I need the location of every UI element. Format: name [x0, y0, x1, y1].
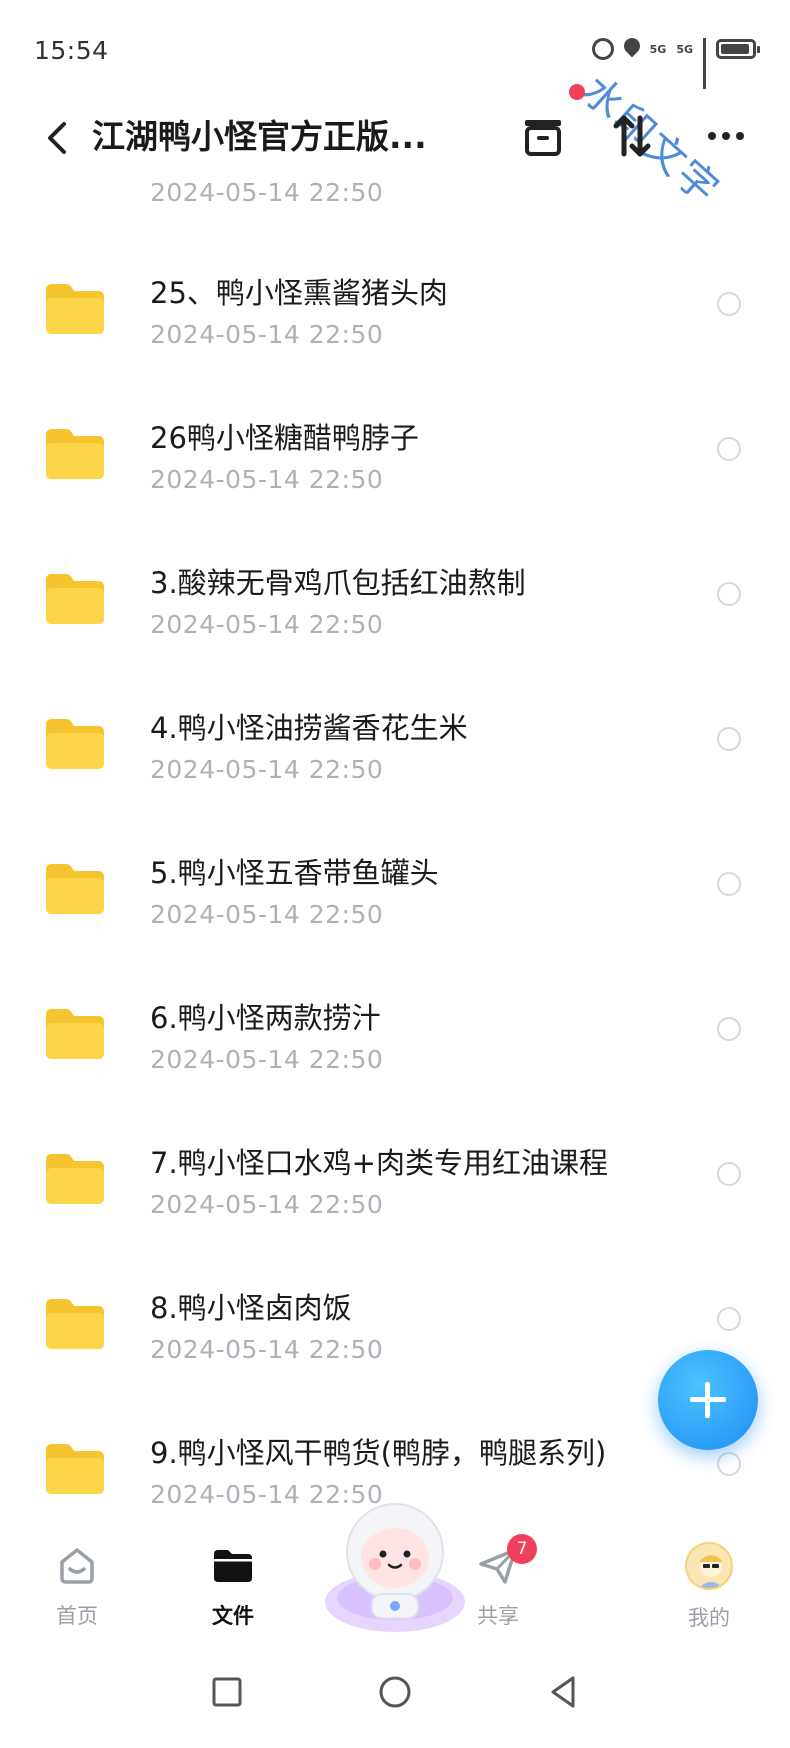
nav-item-share[interactable]: 7 共享 [443, 1534, 553, 1630]
add-button[interactable] [658, 1350, 758, 1450]
nav-label-mine: 我的 [688, 1606, 730, 1630]
file-name: 5.鸭小怪五香带鱼罐头 [150, 856, 439, 890]
file-name: 26鸭小怪糖醋鸭脖子 [150, 421, 419, 455]
system-nav-bar [0, 1652, 790, 1748]
select-checkbox[interactable] [717, 292, 741, 316]
status-bar: 15:54 5G 5G [0, 0, 790, 100]
list-item[interactable]: 3.酸辣无骨鸡爪包括红油熬制 2024-05-14 22:50 [0, 548, 790, 693]
transfer-box-icon[interactable] [515, 108, 571, 164]
folder-icon [46, 284, 104, 334]
alarm-icon [591, 38, 614, 60]
folder-icon [46, 1444, 104, 1494]
folder-icon [46, 1009, 104, 1059]
file-date: 2024-05-14 22:50 [150, 320, 384, 349]
network-type-2: 5G [676, 42, 693, 56]
file-date: 2024-05-14 22:50 [150, 900, 384, 929]
nav-label-files: 文件 [212, 1604, 254, 1628]
folder-icon [46, 1154, 104, 1204]
file-date: 2024-05-14 22:50 [150, 1045, 384, 1074]
select-checkbox[interactable] [717, 872, 741, 896]
file-name: 8.鸭小怪卤肉饭 [150, 1291, 352, 1325]
avatar-portrait-icon [698, 1555, 724, 1588]
sort-icon[interactable] [604, 108, 660, 164]
list-item[interactable]: 26鸭小怪糖醋鸭脖子 2024-05-14 22:50 [0, 403, 790, 548]
back-arrow-icon[interactable] [40, 118, 80, 158]
file-list[interactable]: 2024-05-14 22:50 25、鸭小怪熏酱猪头肉 2024-05-14 … [0, 160, 790, 1510]
back-triangle-icon[interactable] [543, 1672, 583, 1712]
file-name: 4.鸭小怪油捞酱香花生米 [150, 711, 468, 745]
folder-icon [46, 574, 104, 624]
notification-dot [569, 84, 585, 100]
list-item[interactable]: 7.鸭小怪口水鸡+肉类专用红油课程 2024-05-14 22:50 [0, 1128, 790, 1273]
select-checkbox[interactable] [717, 1307, 741, 1331]
nav-label-share: 共享 [477, 1604, 519, 1628]
folder-nav-icon [214, 1550, 252, 1582]
file-date: 2024-05-14 22:50 [150, 465, 384, 494]
file-date: 2024-05-14 22:50 [150, 755, 384, 784]
list-item[interactable]: 4.鸭小怪油捞酱香花生米 2024-05-14 22:50 [0, 693, 790, 838]
file-date: 2024-05-14 22:50 [150, 610, 384, 639]
folder-icon [46, 719, 104, 769]
file-name: 7.鸭小怪口水鸡+肉类专用红油课程 [150, 1146, 608, 1180]
select-checkbox[interactable] [717, 727, 741, 751]
nav-label-home: 首页 [56, 1604, 98, 1628]
select-checkbox[interactable] [717, 1017, 741, 1041]
avatar [685, 1542, 733, 1590]
nav-item-home[interactable]: 首页 [22, 1542, 132, 1630]
status-time: 15:54 [34, 36, 109, 65]
status-icons: 5G 5G [591, 38, 760, 89]
page-title: 江湖鸭小怪官方正版... [92, 117, 427, 156]
location-icon [624, 38, 640, 60]
file-name: 3.酸辣无骨鸡爪包括红油熬制 [150, 566, 526, 600]
select-checkbox[interactable] [717, 1162, 741, 1186]
file-name: 6.鸭小怪两款捞汁 [150, 1001, 381, 1035]
network-type-1: 5G [649, 42, 667, 56]
file-name: 25、鸭小怪熏酱猪头肉 [150, 276, 448, 310]
folder-icon [46, 864, 104, 914]
file-date: 2024-05-14 22:50 [150, 1190, 384, 1219]
bottom-nav: 首页 文件 7 共享 我的 [0, 1503, 790, 1652]
list-item[interactable]: 5.鸭小怪五香带鱼罐头 2024-05-14 22:50 [0, 838, 790, 983]
list-item[interactable]: 6.鸭小怪两款捞汁 2024-05-14 22:50 [0, 983, 790, 1128]
file-name: 9.鸭小怪风干鸭货(鸭脖，鸭腿系列) [150, 1436, 607, 1470]
select-checkbox[interactable] [717, 582, 741, 606]
nav-item-files[interactable]: 文件 [178, 1542, 288, 1630]
share-badge: 7 [507, 1534, 537, 1564]
nav-item-mine[interactable]: 我的 [654, 1542, 764, 1632]
partial-row-date: 2024-05-14 22:50 [150, 178, 384, 207]
file-date: 2024-05-14 22:50 [150, 1335, 384, 1364]
folder-icon [46, 429, 104, 479]
home-icon [60, 1548, 94, 1584]
battery-icon [716, 39, 760, 59]
select-checkbox[interactable] [717, 437, 741, 461]
recent-apps-icon[interactable] [207, 1672, 247, 1712]
more-options-icon[interactable] [700, 108, 756, 164]
folder-icon [46, 1299, 104, 1349]
select-checkbox[interactable] [717, 1452, 741, 1476]
list-item[interactable]: 25、鸭小怪熏酱猪头肉 2024-05-14 22:50 [0, 258, 790, 403]
signal-icon [703, 38, 706, 89]
home-circle-icon[interactable] [375, 1672, 415, 1712]
